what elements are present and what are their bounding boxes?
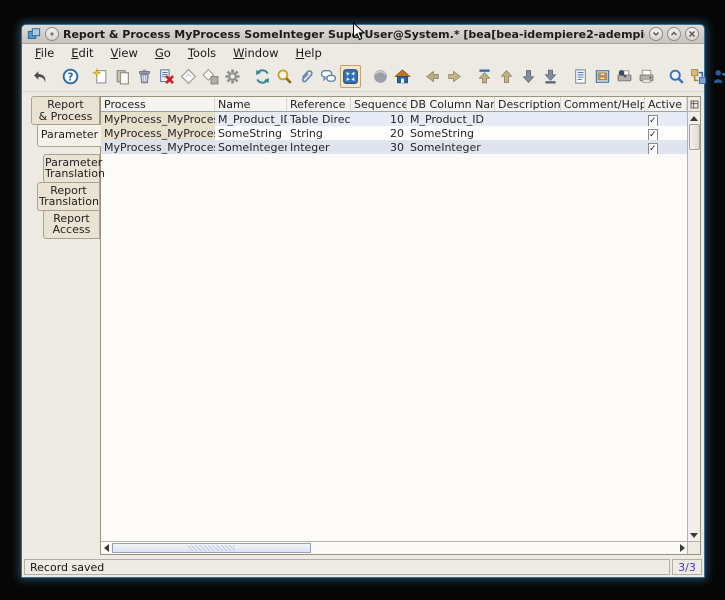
parent-record-icon[interactable] [370, 65, 391, 88]
app-window: Report & Process MyProcess SomeInteger S… [21, 24, 705, 578]
home-icon[interactable] [392, 65, 413, 88]
grid-toggle-icon[interactable] [340, 65, 361, 88]
column-header-db-column-name[interactable]: DB Column Name [407, 97, 495, 111]
print-preview-icon[interactable] [614, 65, 635, 88]
new-record-icon[interactable] [90, 65, 111, 88]
menu-tools[interactable]: Tools [188, 46, 216, 60]
column-header-name[interactable]: Name [215, 97, 287, 111]
table-area: Process Name Reference Sequence DB Colum… [101, 97, 687, 541]
preferences-icon[interactable] [222, 65, 243, 88]
zoom-across-icon[interactable] [666, 65, 687, 88]
forward-icon[interactable] [444, 65, 465, 88]
tab-report-translation[interactable]: Report Translation [37, 182, 100, 211]
window-title: Report & Process MyProcess SomeInteger S… [63, 28, 645, 41]
table-panel: Process Name Reference Sequence DB Colum… [100, 96, 701, 555]
menu-help[interactable]: Help [296, 46, 322, 60]
vertical-scroll-thumb[interactable] [689, 124, 700, 150]
next-record-icon[interactable] [518, 65, 539, 88]
menu-window[interactable]: Window [233, 46, 278, 60]
menu-view[interactable]: View [111, 46, 138, 60]
table-row[interactable]: MyProcess_MyProcess M_Product_ID Table D… [101, 112, 687, 126]
active-checkbox[interactable]: ✓ [648, 115, 658, 126]
status-bar: Record saved 3/3 [22, 558, 704, 577]
table-row[interactable]: MyProcess_MyProcess SomeString String 20… [101, 126, 687, 140]
tab-parameter-translation[interactable]: Parameter Translation [43, 154, 100, 183]
svg-text:?: ? [67, 70, 73, 83]
scroll-right-button[interactable] [677, 542, 687, 554]
menu-bar: File Edit View Go Tools Window Help [22, 44, 704, 62]
find-icon[interactable] [274, 65, 295, 88]
last-record-icon[interactable] [540, 65, 561, 88]
table-header: Process Name Reference Sequence DB Colum… [101, 97, 687, 112]
window-icon [27, 27, 41, 41]
active-checkbox[interactable]: ✓ [648, 143, 658, 154]
scrollbar-corner [687, 541, 700, 554]
help-icon[interactable]: ? [60, 65, 81, 88]
tab-strip: Report & Process Parameter Parameter Tra… [30, 96, 100, 555]
chat-icon[interactable] [318, 65, 339, 88]
archive-icon[interactable] [592, 65, 613, 88]
column-header-description[interactable]: Description [495, 97, 561, 111]
close-button[interactable] [685, 27, 699, 41]
report-icon[interactable] [570, 65, 591, 88]
table-config-icon[interactable] [688, 97, 700, 112]
attachment-icon[interactable] [296, 65, 317, 88]
tab-report-access[interactable]: Report Access [43, 210, 100, 239]
horizontal-scrollbar[interactable] [101, 541, 687, 554]
print-icon[interactable] [636, 65, 657, 88]
save-icon[interactable] [178, 65, 199, 88]
vertical-scrollbar[interactable] [687, 97, 700, 541]
requery-icon[interactable] [252, 65, 273, 88]
minimize-button[interactable] [649, 27, 663, 41]
tab-parameter[interactable]: Parameter [37, 124, 101, 147]
column-header-process[interactable]: Process [101, 97, 215, 111]
table-row-selected[interactable]: MyProcess_MyProcess SomeInteger Integer … [101, 140, 687, 154]
delete-record-icon[interactable] [134, 65, 155, 88]
menu-file[interactable]: File [35, 46, 54, 60]
status-message: Record saved [24, 559, 670, 575]
delete-selection-icon[interactable] [156, 65, 177, 88]
menu-edit[interactable]: Edit [71, 46, 93, 60]
column-header-active[interactable]: Active [645, 97, 687, 111]
main-area: Report & Process Parameter Parameter Tra… [22, 92, 704, 558]
active-checkbox[interactable]: ✓ [648, 129, 658, 140]
record-position: 3/3 [672, 559, 702, 575]
scroll-left-button[interactable] [101, 542, 111, 554]
menu-go[interactable]: Go [155, 46, 171, 60]
undo-icon[interactable] [30, 65, 51, 88]
first-record-icon[interactable] [474, 65, 495, 88]
copy-record-icon[interactable] [112, 65, 133, 88]
column-header-reference[interactable]: Reference [287, 97, 351, 111]
window-menu-button[interactable] [45, 27, 59, 41]
toolbar: ? [22, 62, 704, 92]
workflow-icon[interactable] [688, 65, 709, 88]
column-header-sequence[interactable]: Sequence [351, 97, 407, 111]
save-create-icon[interactable] [200, 65, 221, 88]
request-icon[interactable] [710, 65, 725, 88]
previous-record-icon[interactable] [496, 65, 517, 88]
scroll-up-button[interactable] [688, 112, 700, 124]
column-header-comment-help[interactable]: Comment/Help [561, 97, 645, 111]
tab-report-process[interactable]: Report & Process [31, 96, 100, 125]
back-icon[interactable] [422, 65, 443, 88]
title-bar[interactable]: Report & Process MyProcess SomeInteger S… [22, 25, 704, 44]
maximize-button[interactable] [667, 27, 681, 41]
horizontal-scroll-thumb[interactable] [112, 543, 311, 553]
scroll-down-button[interactable] [688, 529, 700, 541]
